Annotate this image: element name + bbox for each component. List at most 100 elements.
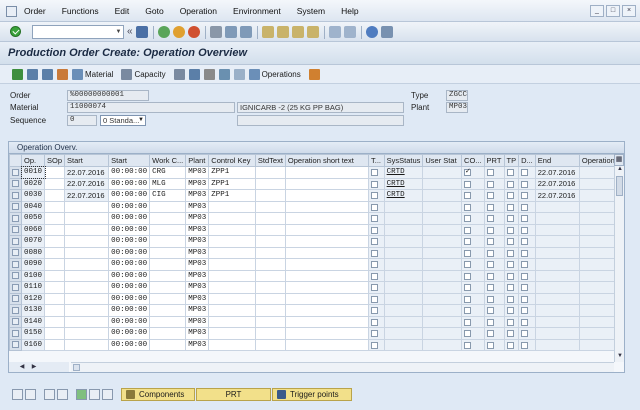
row-select-box[interactable]	[12, 283, 19, 291]
cell-std-text[interactable]	[254, 315, 286, 328]
cell-start-date[interactable]	[64, 292, 110, 305]
cell-std-text[interactable]	[254, 281, 286, 294]
cell-start-date[interactable]	[64, 327, 110, 340]
cell-op[interactable]: 0130	[20, 304, 46, 317]
cell-plant[interactable]: MP03	[185, 212, 210, 225]
cost-icon[interactable]	[188, 68, 200, 80]
cell-op[interactable]: 0140	[20, 315, 46, 328]
cell-op[interactable]: 0010	[20, 165, 46, 179]
d-checkbox[interactable]	[521, 318, 529, 326]
text-flag-checkbox[interactable]	[370, 307, 378, 315]
cell-start-time[interactable]: 00:00:00	[108, 200, 151, 213]
row-select-box[interactable]	[12, 295, 19, 303]
cell-start-date[interactable]	[64, 200, 110, 213]
text-flag-checkbox[interactable]	[370, 226, 378, 234]
text-flag-checkbox[interactable]	[370, 341, 378, 349]
cell-short-text[interactable]	[284, 338, 369, 351]
shortcut-icon[interactable]	[343, 26, 356, 38]
row-selector[interactable]	[9, 189, 22, 202]
cell-std-text[interactable]	[254, 166, 286, 179]
tp-checkbox[interactable]	[506, 261, 514, 269]
cell-control-key[interactable]	[208, 235, 256, 248]
d-checkbox[interactable]	[521, 307, 529, 315]
table-row[interactable]: 0060 00:00:00 MP03	[9, 223, 625, 236]
d-checkbox[interactable]	[521, 180, 529, 188]
table-row[interactable]: 0160 00:00:00 MP03	[9, 338, 625, 351]
cell-short-text[interactable]	[284, 235, 369, 248]
tp-checkbox[interactable]	[506, 169, 514, 177]
cell-short-text[interactable]	[284, 304, 369, 317]
cell-work-center[interactable]	[149, 223, 187, 236]
prt-checkbox[interactable]	[486, 318, 494, 326]
cell-control-key[interactable]	[208, 269, 256, 282]
tp-checkbox[interactable]	[506, 284, 514, 292]
cell-op[interactable]: 0030	[20, 189, 46, 202]
prt-checkbox[interactable]	[486, 226, 494, 234]
cell-op[interactable]: 0150	[20, 327, 46, 340]
cell-start-time[interactable]: 00:00:00	[108, 315, 151, 328]
text-flag-checkbox[interactable]	[370, 238, 378, 246]
cell-plant[interactable]: MP03	[185, 166, 210, 179]
prt-checkbox[interactable]	[486, 284, 494, 292]
co-checkbox[interactable]	[464, 318, 472, 326]
back-icon[interactable]	[157, 26, 170, 38]
cancel-icon[interactable]	[187, 26, 200, 38]
cell-plant[interactable]: MP03	[185, 258, 210, 271]
row-select-box[interactable]	[12, 249, 19, 257]
cell-op[interactable]: 0120	[20, 292, 46, 305]
scroll-right-icon[interactable]: ▶	[29, 363, 39, 371]
release-flag-icon[interactable]	[76, 388, 87, 400]
tp-checkbox[interactable]	[506, 238, 514, 246]
text-flag-checkbox[interactable]	[370, 272, 378, 280]
capacity-button[interactable]: Capacity	[121, 68, 166, 80]
cell-op[interactable]: 0090	[20, 258, 46, 271]
menu-functions[interactable]: Functions	[60, 5, 101, 17]
row-select-box[interactable]	[12, 203, 19, 211]
cell-work-center[interactable]	[149, 212, 187, 225]
menu-goto[interactable]: Goto	[143, 5, 165, 17]
prt-checkbox[interactable]	[486, 180, 494, 188]
d-checkbox[interactable]	[521, 203, 529, 211]
cell-start-time[interactable]: 00:00:00	[108, 304, 151, 317]
scroll-down-icon[interactable]: ▼	[615, 353, 625, 362]
cell-short-text[interactable]	[284, 246, 369, 259]
table-row[interactable]: 0090 00:00:00 MP03	[9, 258, 625, 271]
print-preview-icon[interactable]	[173, 68, 185, 80]
cell-std-text[interactable]	[254, 212, 286, 225]
row-selector[interactable]	[9, 327, 22, 340]
cell-start-date[interactable]	[64, 258, 110, 271]
cell-start-time[interactable]: 00:00:00	[108, 177, 151, 190]
d-checkbox[interactable]	[521, 215, 529, 223]
menu-environment[interactable]: Environment	[231, 5, 283, 17]
text-flag-checkbox[interactable]	[370, 284, 378, 292]
text-flag-checkbox[interactable]	[370, 215, 378, 223]
insert-row-icon[interactable]	[44, 388, 55, 400]
cell-sop[interactable]	[44, 281, 66, 294]
col-std-text[interactable]: StdText	[254, 154, 286, 167]
cell-control-key[interactable]	[208, 200, 256, 213]
co-checkbox[interactable]	[464, 167, 472, 177]
cell-op[interactable]: 0080	[20, 246, 46, 259]
d-checkbox[interactable]	[521, 169, 529, 177]
cell-start-time[interactable]: 00:00:00	[108, 189, 151, 202]
cell-start-date[interactable]	[64, 338, 110, 351]
cell-start-time[interactable]: 00:00:00	[108, 235, 151, 248]
cell-sop[interactable]	[44, 246, 66, 259]
d-checkbox[interactable]	[521, 238, 529, 246]
text-flag-checkbox[interactable]	[370, 318, 378, 326]
print-list-icon[interactable]	[102, 388, 113, 400]
table-settings-icon[interactable]: ▦	[614, 154, 624, 166]
cell-start-time[interactable]: 00:00:00	[108, 338, 151, 351]
row-select-box[interactable]	[12, 168, 19, 176]
cell-control-key[interactable]	[208, 304, 256, 317]
table-row[interactable]: 001022.07.201600:00:00CRGMP03ZPP1CRTD22.…	[9, 165, 625, 179]
cell-control-key[interactable]	[208, 246, 256, 259]
row-selector[interactable]	[9, 235, 22, 248]
cell-start-date[interactable]	[64, 212, 110, 225]
close-icon[interactable]: ×	[622, 5, 636, 17]
cell-start-time[interactable]: 00:00:00	[108, 327, 151, 340]
cell-sop[interactable]	[44, 338, 66, 351]
cell-op[interactable]: 0040	[20, 200, 46, 213]
text-flag-checkbox[interactable]	[370, 203, 378, 211]
co-checkbox[interactable]	[464, 341, 472, 349]
